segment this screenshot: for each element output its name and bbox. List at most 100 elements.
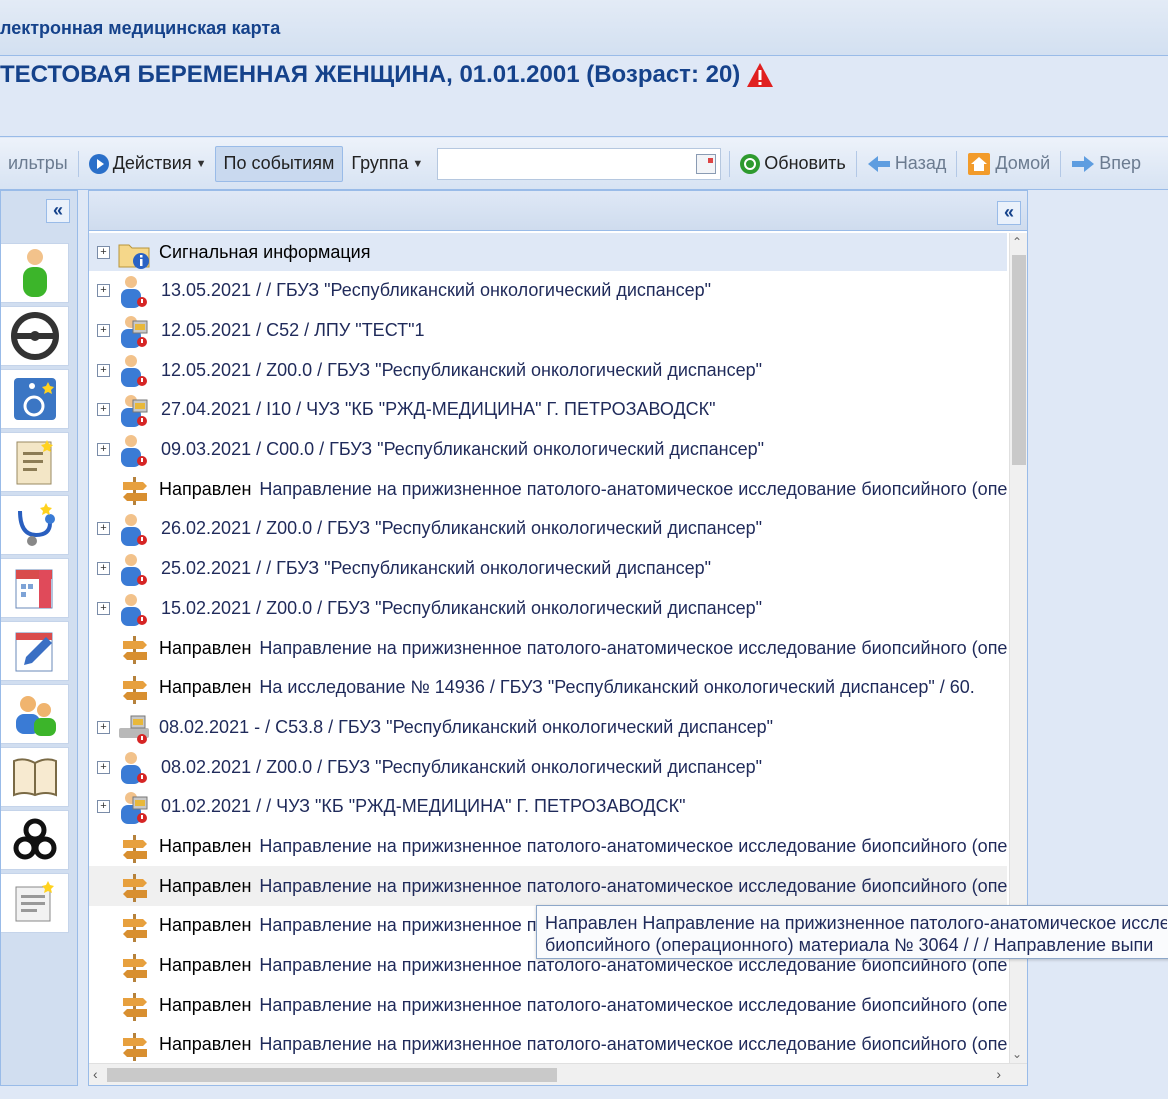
signal-info-label: Сигнальная информация: [159, 241, 371, 262]
back-button[interactable]: Назад: [859, 146, 955, 182]
direction-description: Направление на прижизненное патолого-ана…: [259, 875, 1007, 896]
forward-button[interactable]: Впер: [1063, 146, 1149, 182]
patient-name-row: ТЕСТОВАЯ БЕРЕМЕННАЯ ЖЕНЩИНА, 01.01.2001 …: [0, 61, 774, 89]
calendar-icon: [15, 569, 52, 609]
edit-icon: [15, 632, 52, 672]
sidebar-item-calendar[interactable]: [1, 558, 69, 618]
tree-row[interactable]: Направлен Направление на прижизненное пат…: [89, 469, 1007, 509]
direction-status: Направлен: [159, 994, 252, 1015]
expand-icon[interactable]: +: [97, 363, 110, 377]
expand-icon[interactable]: +: [97, 800, 110, 814]
calendar-picker-icon[interactable]: [696, 153, 717, 174]
scroll-down-icon[interactable]: ⌄: [1012, 1047, 1022, 1061]
scroll-right-icon[interactable]: ›: [996, 1066, 1001, 1082]
sidebar-item-report[interactable]: [1, 873, 69, 933]
expand-icon[interactable]: +: [97, 760, 110, 774]
sidebar-item-book[interactable]: [1, 747, 69, 807]
home-button[interactable]: Домой: [959, 146, 1058, 182]
expand-icon[interactable]: +: [97, 562, 110, 576]
expand-icon[interactable]: +: [97, 522, 110, 536]
tree-row[interactable]: +13.05.2021 / / ГБУЗ "Республиканский он…: [89, 271, 1007, 311]
tree-panel-header: «: [89, 191, 1027, 231]
tree-row-text: Направлен Направление на прижизненное пат…: [159, 479, 1007, 500]
visit-icon: [121, 553, 147, 586]
expand-icon[interactable]: +: [97, 245, 110, 259]
hospitalization-icon: [119, 715, 149, 744]
sidebar-item-steering-wheel[interactable]: [1, 306, 69, 366]
scroll-up-icon[interactable]: ⌃: [1012, 235, 1022, 249]
expand-icon[interactable]: +: [97, 403, 110, 417]
sidebar-item-stethoscope[interactable]: [1, 495, 69, 555]
tree-row[interactable]: Направлен Направление на прижизненное пат…: [89, 1025, 1007, 1063]
arrow-right-icon: [1072, 155, 1095, 172]
expand-icon[interactable]: +: [97, 324, 110, 338]
expand-icon[interactable]: +: [97, 601, 110, 615]
direction-description: Направление на прижизненное патолого-ана…: [259, 1034, 1007, 1055]
refresh-icon: [740, 153, 761, 174]
direction-status: Направлен: [159, 955, 252, 976]
tree-row[interactable]: +15.02.2021 / Z00.0 / ГБУЗ "Республиканс…: [89, 589, 1007, 629]
tree-row[interactable]: +25.02.2021 / / ГБУЗ "Республиканский он…: [89, 549, 1007, 589]
expand-icon[interactable]: +: [97, 443, 110, 457]
signpost-icon: [123, 993, 147, 1022]
signpost-icon: [123, 834, 147, 863]
arrow-left-icon: [867, 155, 890, 172]
tree-row[interactable]: +09.03.2021 / C00.0 / ГБУЗ "Республиканс…: [89, 430, 1007, 470]
horizontal-scrollbar[interactable]: ‹ ›: [89, 1063, 1027, 1085]
patient-name: ТЕСТОВАЯ БЕРЕМЕННАЯ ЖЕНЩИНА, 01.01.2001 …: [0, 61, 741, 88]
refresh-button[interactable]: Обновить: [732, 146, 854, 182]
sidebar-item-biohazard[interactable]: [1, 810, 69, 870]
expand-icon[interactable]: +: [97, 284, 110, 298]
book-icon: [12, 758, 57, 797]
signpost-icon: [123, 636, 147, 665]
tree-row[interactable]: +26.02.2021 / Z00.0 / ГБУЗ "Республиканс…: [89, 509, 1007, 549]
biohazard-icon: [13, 818, 56, 860]
wheelchair-icon: [13, 378, 56, 420]
tree-row[interactable]: +12.05.2021 / C52 / ЛПУ "ТЕСТ"1: [89, 311, 1007, 351]
tree-row[interactable]: Направлен Направление на прижизненное пат…: [89, 866, 1007, 906]
warning-icon[interactable]: [746, 62, 774, 88]
direction-status: Направлен: [159, 835, 252, 856]
collapse-left-button[interactable]: «: [46, 199, 70, 223]
tree-row[interactable]: +01.02.2021 / / ЧУЗ "КБ "РЖД-МЕДИЦИНА" Г…: [89, 787, 1007, 827]
horizontal-scroll-thumb[interactable]: [107, 1068, 557, 1082]
sidebar-item-users[interactable]: [1, 684, 69, 744]
person-icon: [22, 249, 47, 297]
tree-row[interactable]: Направлен Направление на прижизненное пат…: [89, 985, 1007, 1025]
tree-row-text: Направлен Направление на прижизненное п: [159, 915, 537, 936]
direction-description: Направление на прижизненное патолого-ана…: [259, 478, 1007, 499]
vertical-scroll-thumb[interactable]: [1012, 255, 1026, 465]
chevron-down-icon: ▼: [412, 157, 424, 170]
steering-wheel-icon: [10, 312, 59, 360]
expand-icon[interactable]: +: [97, 720, 110, 734]
tree-row-signal-info[interactable]: + Сигнальная информация: [89, 233, 1007, 271]
sidebar-item-document[interactable]: [1, 432, 69, 492]
group-menu-button[interactable]: Группа ▼: [343, 146, 431, 182]
tree-row[interactable]: Направлен Направление на прижизненное пат…: [89, 827, 1007, 867]
scroll-left-icon[interactable]: ‹: [93, 1066, 98, 1082]
group-label: Группа: [351, 153, 409, 173]
sidebar-item-edit[interactable]: [1, 621, 69, 681]
sidebar-item-person[interactable]: [1, 243, 69, 303]
tree-row[interactable]: +12.05.2021 / Z00.0 / ГБУЗ "Республиканс…: [89, 350, 1007, 390]
patient-header: ТЕСТОВАЯ БЕРЕМЕННАЯ ЖЕНЩИНА, 01.01.2001 …: [0, 57, 1168, 137]
visit-icon: [121, 434, 147, 467]
tree-row[interactable]: +27.04.2021 / I10 / ЧУЗ "КБ "РЖД-МЕДИЦИН…: [89, 390, 1007, 430]
sidebar-item-wheelchair[interactable]: [1, 369, 69, 429]
tree-row[interactable]: +08.02.2021 / Z00.0 / ГБУЗ "Республиканс…: [89, 747, 1007, 787]
by-events-toggle[interactable]: По событиям: [214, 145, 344, 182]
collapse-tree-button[interactable]: «: [997, 201, 1021, 225]
tree-row[interactable]: +08.02.2021 - / C53.8 / ГБУЗ "Республика…: [89, 708, 1007, 748]
tree-row-text: Направлен Направление на прижизненное пат…: [159, 1034, 1007, 1055]
tree-row[interactable]: Направлен На исследование № 14936 / ГБУЗ …: [89, 668, 1007, 708]
tree-row-text: 01.02.2021 / / ЧУЗ "КБ "РЖД-МЕДИЦИНА" Г.…: [161, 796, 686, 817]
direction-description: На исследование № 14936 / ГБУЗ "Республи…: [259, 677, 975, 698]
tree-row[interactable]: Направлен Направление на прижизненное пат…: [89, 628, 1007, 668]
direction-description: Направление на прижизненное п: [259, 915, 537, 936]
toolbar-separator: [77, 150, 79, 177]
filters-button[interactable]: ильтры: [0, 146, 76, 182]
tree-row-text: Направлен На исследование № 14936 / ГБУЗ …: [159, 677, 975, 698]
tree-row-text: Направлен Направление на прижизненное пат…: [159, 876, 1007, 897]
actions-menu-button[interactable]: Действия ▼: [81, 146, 215, 182]
search-date-field[interactable]: [437, 147, 722, 180]
